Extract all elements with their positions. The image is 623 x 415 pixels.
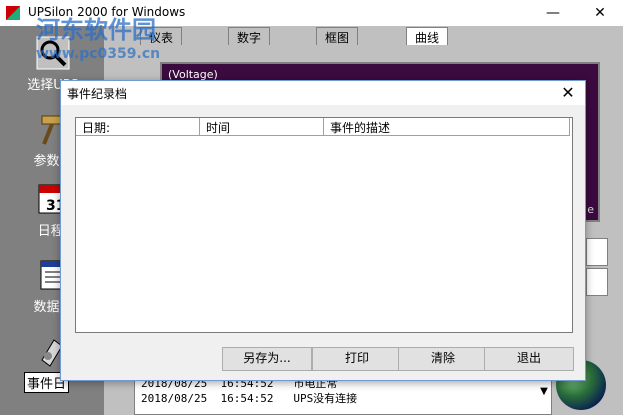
print-button[interactable]: 打印: [312, 347, 402, 371]
graph-tick-label: e: [587, 203, 594, 216]
column-header-time[interactable]: 时间: [200, 118, 324, 136]
right-control-box[interactable]: [586, 238, 608, 266]
event-list[interactable]: 日期: 时间 事件的描述: [75, 117, 573, 333]
tab-block-diagram[interactable]: 框图: [316, 27, 359, 45]
status-line: 2018/08/25 16:54:52 UPS没有连接: [141, 392, 358, 405]
minimize-button[interactable]: —: [530, 0, 576, 26]
column-header-date[interactable]: 日期:: [76, 118, 200, 136]
save-as-button[interactable]: 另存为...: [222, 347, 312, 371]
column-header-description[interactable]: 事件的描述: [324, 118, 570, 136]
watermark-url: www.pc0359.cn: [36, 46, 161, 62]
scroll-down-icon[interactable]: ▼: [536, 384, 552, 400]
close-button[interactable]: ✕: [577, 0, 623, 26]
exit-button[interactable]: 退出: [484, 347, 574, 371]
tab-bar: 仪表 数字 框图 曲线: [120, 27, 504, 45]
dialog-title-bar: 事件纪录档 ✕: [61, 81, 585, 105]
clear-button[interactable]: 清除: [398, 347, 488, 371]
event-log-dialog: 事件纪录档 ✕ 日期: 时间 事件的描述 另存为... 打印 清除 退出: [60, 80, 586, 381]
dialog-title: 事件纪录档: [67, 87, 128, 101]
app-icon: [6, 6, 20, 20]
watermark-title: 河东软件园: [36, 15, 156, 44]
dialog-close-button[interactable]: ✕: [555, 81, 581, 105]
tab-digital[interactable]: 数字: [228, 27, 271, 45]
tab-curve[interactable]: 曲线: [406, 27, 449, 45]
right-control-box[interactable]: [586, 268, 608, 296]
